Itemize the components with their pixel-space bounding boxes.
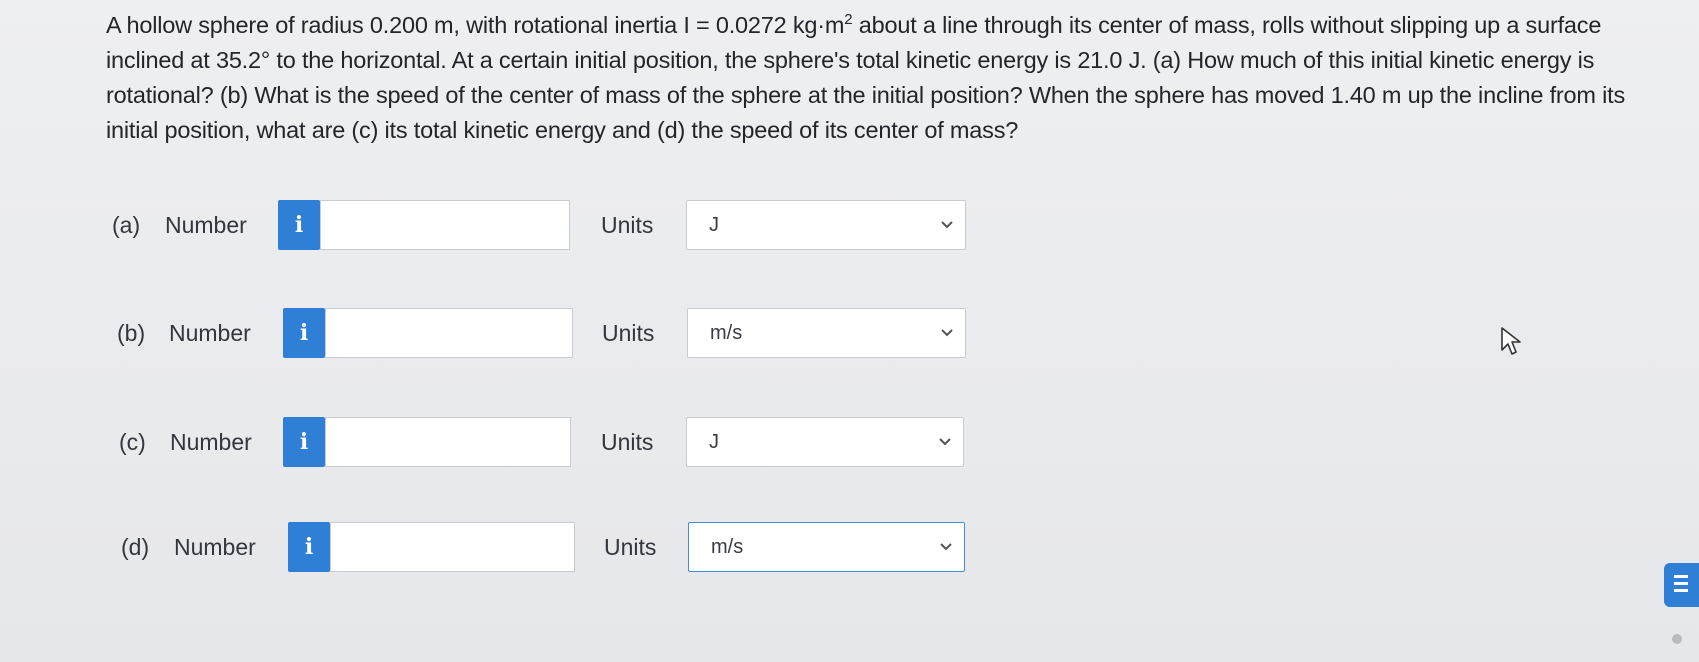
- info-icon[interactable]: i: [288, 522, 330, 572]
- part-label-c: (c): [119, 429, 146, 455]
- number-input-b[interactable]: [325, 308, 573, 358]
- info-icon[interactable]: i: [283, 417, 325, 467]
- units-select-value-d: m/s: [711, 536, 744, 558]
- units-select-a[interactable]: J: [686, 200, 966, 250]
- answer-row-a: (a) Number i Units J: [0, 200, 1100, 252]
- mouse-pointer-icon: [1501, 327, 1521, 355]
- part-label-a: (a): [112, 212, 141, 238]
- units-select-value-c: J: [709, 431, 719, 453]
- units-label-c: Units: [601, 429, 654, 455]
- menu-lines-icon: [1674, 575, 1688, 596]
- side-panel-tab[interactable]: [1664, 563, 1699, 607]
- number-label-c: Number: [170, 429, 252, 455]
- number-label-b: Number: [169, 320, 251, 346]
- page: A hollow sphere of radius 0.200 m, with …: [0, 0, 1699, 662]
- units-select-value-a: J: [709, 214, 719, 236]
- units-label-d: Units: [604, 534, 657, 560]
- answer-row-b: (b) Number i Units m/s: [0, 308, 1100, 360]
- number-input-c[interactable]: [325, 417, 571, 467]
- info-icon[interactable]: i: [283, 308, 325, 358]
- number-input-d[interactable]: [330, 522, 575, 572]
- answer-row-d: (d) Number i Units m/s: [0, 522, 1100, 574]
- part-label-b: (b): [117, 320, 146, 346]
- chevron-down-icon: [941, 329, 953, 337]
- units-select-d[interactable]: m/s: [688, 522, 965, 572]
- units-select-c[interactable]: J: [686, 417, 964, 467]
- units-label-a: Units: [601, 212, 654, 238]
- number-input-a[interactable]: [320, 200, 570, 250]
- chevron-down-icon: [941, 221, 953, 229]
- chevron-down-icon: [939, 438, 951, 446]
- units-select-value-b: m/s: [710, 322, 743, 344]
- number-label-d: Number: [174, 534, 256, 560]
- units-label-b: Units: [602, 320, 655, 346]
- scroll-indicator-dot: [1672, 634, 1682, 644]
- info-icon[interactable]: i: [278, 200, 320, 250]
- number-label-a: Number: [165, 212, 247, 238]
- part-label-d: (d): [121, 534, 150, 560]
- units-select-b[interactable]: m/s: [687, 308, 966, 358]
- chevron-down-icon: [940, 543, 952, 551]
- question-text-part1: A hollow sphere of radius 0.200 m, with …: [106, 12, 845, 38]
- answer-row-c: (c) Number i Units J: [0, 417, 1100, 469]
- question-text: A hollow sphere of radius 0.200 m, with …: [106, 8, 1626, 148]
